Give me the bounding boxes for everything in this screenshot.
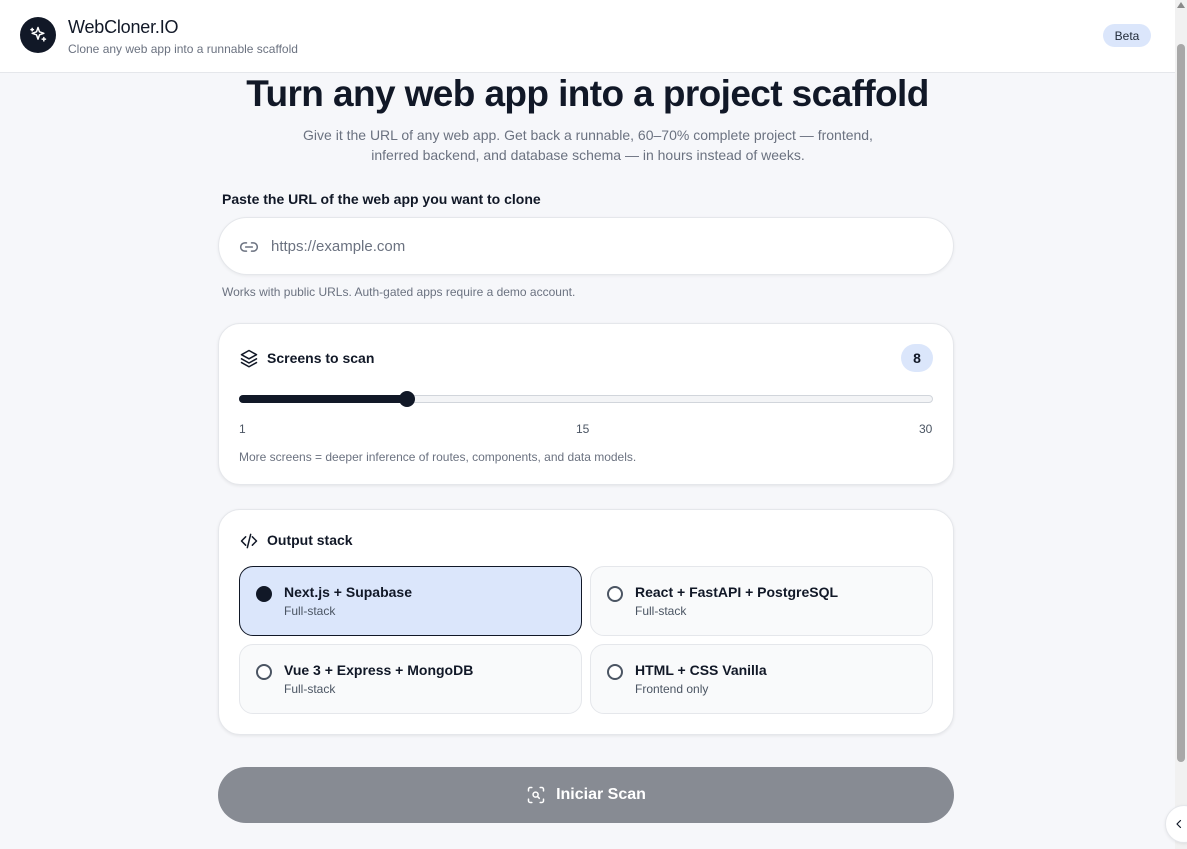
output-stack-card: Output stack Next.js + Supabase Full-sta… bbox=[218, 509, 954, 735]
stack-option-subtitle: Full-stack bbox=[635, 604, 687, 618]
beta-badge: Beta bbox=[1103, 24, 1151, 47]
url-field[interactable] bbox=[218, 217, 954, 275]
stack-option-title: Next.js + Supabase bbox=[284, 584, 413, 600]
stack-option-subtitle: Full-stack bbox=[284, 604, 336, 618]
stack-option-title: HTML + CSS Vanilla bbox=[635, 662, 767, 678]
collapse-panel-button[interactable] bbox=[1165, 805, 1187, 843]
slider-min-label: 1 bbox=[239, 422, 246, 436]
layers-icon bbox=[240, 349, 258, 368]
slider-max-label: 30 bbox=[919, 422, 933, 436]
hero-description: Give it the URL of any web app. Get back… bbox=[303, 127, 873, 163]
slider-thumb[interactable] bbox=[398, 391, 415, 407]
stack-option-html-css-vanilla[interactable]: HTML + CSS Vanilla Frontend only bbox=[590, 644, 933, 714]
url-hint: Works with public URLs. Auth-gated apps … bbox=[222, 285, 576, 299]
scrollbar-thumb[interactable] bbox=[1177, 44, 1185, 762]
app-title: WebCloner.IO bbox=[68, 17, 179, 37]
app-subtitle: Clone any web app into a runnable scaffo… bbox=[68, 42, 298, 56]
scroll-up-arrow-icon[interactable] bbox=[1177, 2, 1185, 8]
stack-option-title: React + FastAPI + PostgreSQL bbox=[635, 584, 839, 600]
slider-fill bbox=[239, 395, 407, 403]
url-label: Paste the URL of the web app you want to… bbox=[222, 191, 541, 207]
screens-count-badge: 8 bbox=[901, 344, 933, 372]
chevron-left-icon bbox=[1176, 819, 1182, 829]
screens-hint: More screens = deeper inference of route… bbox=[239, 450, 637, 464]
radio-indicator[interactable] bbox=[256, 664, 272, 680]
sparkles-icon bbox=[20, 17, 56, 53]
hero-title: Turn any web app into a project scaffold bbox=[246, 73, 929, 114]
stack-option-nextjs-supabase[interactable]: Next.js + Supabase Full-stack bbox=[239, 566, 582, 636]
start-scan-label: Iniciar Scan bbox=[556, 786, 646, 803]
stack-option-vue-express-mongodb[interactable]: Vue 3 + Express + MongoDB Full-stack bbox=[239, 644, 582, 714]
link-icon bbox=[239, 242, 259, 252]
radio-indicator[interactable] bbox=[607, 664, 623, 680]
radio-indicator[interactable] bbox=[607, 586, 623, 602]
url-input[interactable] bbox=[271, 218, 931, 274]
app-header: WebCloner.IO Clone any web app into a ru… bbox=[0, 0, 1175, 73]
output-stack-title: Output stack bbox=[267, 532, 353, 548]
screens-card: Screens to scan 8 1 15 30 More screens =… bbox=[218, 323, 954, 485]
code-icon bbox=[240, 533, 258, 549]
stack-option-subtitle: Full-stack bbox=[284, 682, 336, 696]
screens-title: Screens to scan bbox=[267, 350, 375, 366]
stack-option-react-fastapi-postgresql[interactable]: React + FastAPI + PostgreSQL Full-stack bbox=[590, 566, 933, 636]
scan-icon bbox=[527, 786, 545, 804]
radio-indicator[interactable] bbox=[256, 586, 272, 602]
start-scan-button[interactable]: Iniciar Scan bbox=[218, 767, 954, 823]
stack-option-subtitle: Frontend only bbox=[635, 682, 709, 696]
screens-slider[interactable] bbox=[239, 391, 933, 407]
slider-mid-label: 15 bbox=[576, 422, 590, 436]
stack-option-title: Vue 3 + Express + MongoDB bbox=[284, 662, 474, 678]
